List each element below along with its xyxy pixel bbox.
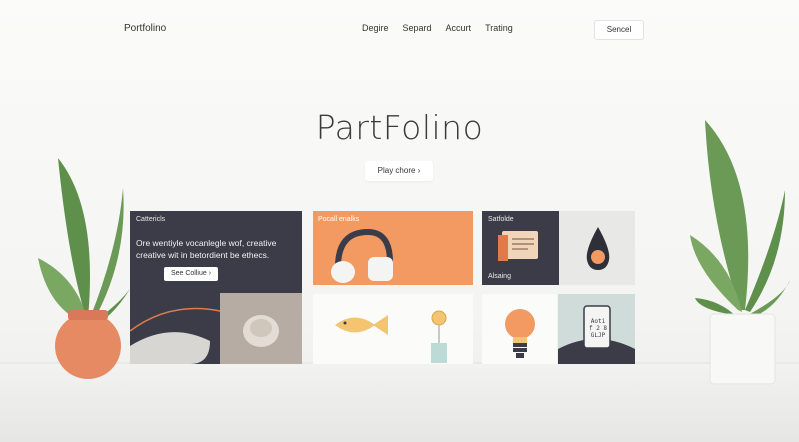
nav-link-separd[interactable]: Separd	[403, 23, 432, 33]
notebook-icon	[498, 231, 538, 261]
see-colliue-button[interactable]: See Colliue ›	[164, 267, 218, 281]
nav-link-degire[interactable]: Degire	[362, 23, 389, 33]
play-chore-label: Play chore	[377, 166, 416, 175]
tile-sublabel: Alsaing	[488, 273, 511, 280]
portfolio-tile-cattericls[interactable]: Cattericls Ore wentiyle vocanlegle wof, …	[130, 211, 302, 364]
portfolio-tile-fish[interactable]	[313, 294, 473, 364]
chevron-right-icon: ›	[417, 166, 421, 175]
potted-plant-right-icon	[690, 120, 790, 385]
glass-lamp-icon	[431, 310, 447, 363]
nav-link-trating[interactable]: Trating	[485, 23, 513, 33]
site-logo[interactable]: Portfolino	[124, 23, 166, 34]
nav-links: Degire Separd Accurt Trating	[362, 23, 513, 33]
avocado-icon	[586, 227, 610, 270]
tile-description: Ore wentiyle vocanlegle wof, creative cr…	[136, 238, 277, 260]
fish-icon	[335, 315, 388, 335]
avocado-panel	[559, 211, 635, 285]
phone-line: Aoti	[590, 318, 606, 325]
play-chore-button[interactable]: Play chore ›	[365, 161, 433, 181]
tile-label: Satfolde	[488, 216, 514, 223]
tile-label: Cattericls	[136, 216, 166, 223]
portfolio-tile-lightbulb[interactable]	[482, 294, 557, 364]
portfolio-tile-satfolde[interactable]: Satfolde Alsaing	[482, 211, 635, 285]
headphones-icon	[331, 228, 393, 283]
potted-plant-left-icon	[38, 158, 136, 379]
phone-line: GLJP	[590, 332, 606, 339]
portfolio-tile-phone[interactable]: Aoti f 2 8 GLJP	[558, 294, 635, 364]
see-colliue-label: See Colliue	[170, 270, 207, 277]
phone-screen-text: Aoti f 2 8 GLJP	[588, 318, 608, 339]
chevron-right-icon: ›	[208, 270, 212, 277]
tile-label: Pocall enalks	[318, 216, 360, 223]
portfolio-tile-pocall-enalks[interactable]: Pocall enalks	[313, 211, 473, 285]
lightbulb-icon	[505, 309, 535, 358]
top-nav: Portfolino Degire Separd Accurt Trating …	[0, 0, 799, 60]
nav-sencel-button[interactable]: Sencel	[594, 20, 644, 40]
phone-line: f 2 8	[588, 325, 608, 332]
nav-link-accurt[interactable]: Accurt	[446, 23, 472, 33]
ceramic-bowl-image-icon	[130, 291, 302, 364]
